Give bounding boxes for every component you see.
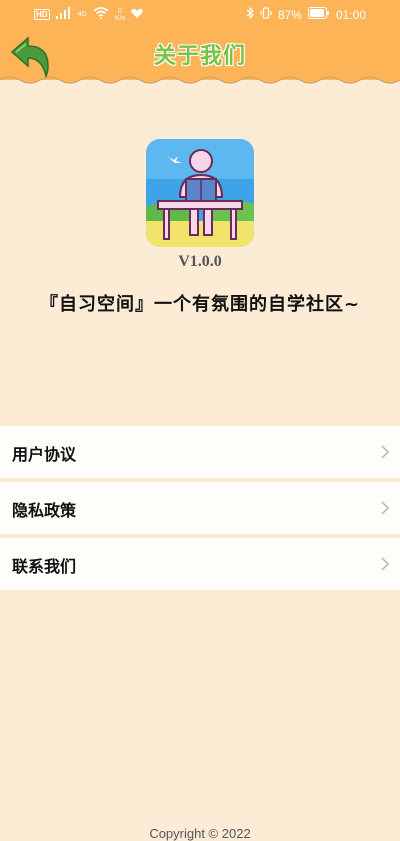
app-logo [146, 139, 254, 247]
chevron-right-icon [381, 501, 390, 515]
menu-item-label: 联系我们 [12, 557, 77, 576]
menu-item-label: 用户协议 [12, 445, 77, 464]
status-right: 87% 01:00 [246, 6, 366, 22]
menu-item-privacy-policy[interactable]: 隐私政策 [0, 482, 400, 534]
chevron-right-icon [381, 557, 390, 571]
net-speed: 0 K/s [115, 8, 125, 22]
vibrate-icon [260, 7, 272, 22]
heart-icon [131, 8, 143, 22]
signal-icon [55, 7, 72, 22]
battery-icon [307, 7, 330, 22]
status-bar: HD 4G 0 K/s 87% 01:00 [0, 0, 400, 30]
speed-unit: K/s [114, 14, 126, 22]
app-version: V1.0.0 [178, 253, 222, 270]
battery-percent: 87% [277, 7, 302, 22]
menu-item-user-agreement[interactable]: 用户协议 [0, 426, 400, 478]
chevron-right-icon [381, 445, 390, 459]
hd-badge: HD [34, 9, 50, 20]
app-slogan: 『自习空间』一个有氛围的自学社区~ [39, 294, 361, 315]
menu-item-contact-us[interactable]: 联系我们 [0, 538, 400, 590]
header-wave-divider [0, 74, 400, 84]
status-left: HD 4G 0 K/s [34, 7, 143, 22]
clock: 01:00 [335, 7, 366, 22]
page-title: 关于我们 [153, 44, 246, 69]
copyright-footer: Copyright © 2022 [149, 826, 251, 841]
menu-item-label: 隐私政策 [12, 501, 77, 520]
signal-type: 4G [77, 11, 87, 18]
wifi-icon [93, 7, 109, 22]
settings-menu: 用户协议 隐私政策 联系我们 [0, 426, 400, 594]
bluetooth-icon [246, 6, 254, 22]
speed-value: 0 [118, 7, 122, 15]
